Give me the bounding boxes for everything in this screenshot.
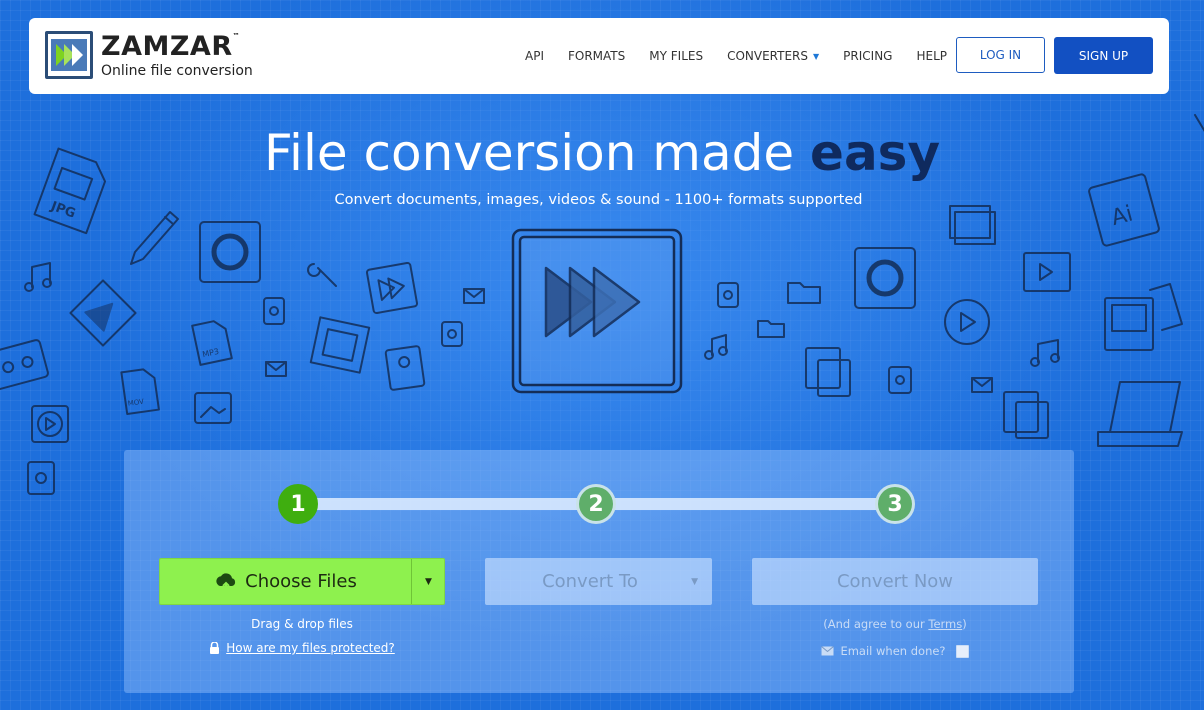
small-doc-icon-3	[27, 461, 55, 495]
signup-button[interactable]: SIGN UP	[1054, 37, 1153, 74]
files-protected-link[interactable]: How are my files protected?	[226, 641, 395, 655]
image-stack-icon	[949, 205, 996, 245]
caret-down-icon: ▼	[813, 51, 820, 61]
mp3-file-icon: MP3	[191, 320, 233, 366]
brand-name: ZAMZAR™	[101, 30, 241, 62]
refresh-tile-icon	[199, 221, 261, 283]
nav-link-api[interactable]: API	[525, 49, 544, 63]
lock-icon	[210, 642, 220, 654]
music-note-icon-3	[1030, 339, 1060, 367]
mp3-label: MP3	[202, 347, 220, 359]
envelope-icon-3	[971, 377, 993, 393]
play-tile-icon	[31, 405, 69, 443]
choose-files-label: Choose Files	[245, 571, 357, 592]
cassette-icon	[0, 339, 49, 391]
choose-files-button[interactable]: Choose Files	[160, 559, 412, 604]
image-frame-icon	[1104, 283, 1183, 351]
folder-icon	[787, 282, 821, 304]
hero-subtitle: Convert documents, images, videos & soun…	[334, 192, 863, 208]
image-tile-icon	[194, 392, 232, 424]
laptop-icon	[1097, 381, 1183, 447]
film-strip-icon	[309, 316, 371, 374]
center-fast-forward-icon	[511, 228, 683, 394]
trademark: ™	[232, 31, 241, 40]
video-tile-icon	[1023, 252, 1071, 292]
login-button[interactable]: LOG IN	[956, 37, 1045, 73]
nav-link-formats[interactable]: FORMATS	[568, 49, 625, 63]
terms-link[interactable]: Terms	[928, 617, 962, 631]
caret-down-icon: ▼	[425, 576, 432, 587]
convert-to-label: Convert To	[542, 571, 638, 592]
play-circle-icon	[944, 299, 990, 345]
small-doc-icon-2	[441, 321, 463, 347]
email-when-done-label: Email when done?	[840, 644, 946, 658]
ai-file-icon: Ai	[1088, 173, 1160, 247]
step-3-indicator: 3	[875, 484, 915, 524]
envelope-icon-2	[265, 361, 287, 377]
music-note-icon-2	[704, 334, 728, 360]
files-protected-row: How are my files protected?	[159, 641, 445, 655]
caret-down-icon: ▼	[691, 576, 698, 587]
clipboard-icon-2	[1003, 391, 1049, 439]
nav-links: API FORMATS MY FILES CONVERTERS ▼ PRICING…	[525, 18, 971, 94]
email-when-done-row: Email when done?	[752, 644, 1038, 658]
nav-link-my-files[interactable]: MY FILES	[649, 49, 703, 63]
wrench-icon	[307, 263, 337, 287]
small-doc-icon	[263, 297, 285, 325]
user-doc-icon	[384, 345, 426, 391]
media-tile-icon	[365, 261, 419, 315]
hero-title-emphasis: easy	[810, 124, 941, 182]
drag-drop-hint: Drag & drop files	[251, 617, 353, 631]
terms-prefix: (And agree to our	[823, 617, 929, 631]
pyramid-tile-icon	[69, 279, 137, 347]
small-doc-icon-4	[717, 282, 739, 308]
music-note-icon	[24, 262, 52, 292]
step-1-indicator: 1	[278, 484, 318, 524]
clipboard-icon	[805, 347, 851, 397]
nav-link-help[interactable]: HELP	[916, 49, 947, 63]
brand-tagline: Online file conversion	[101, 62, 253, 79]
logo-arrows-icon	[45, 31, 93, 79]
step-2-indicator: 2	[576, 484, 616, 524]
choose-files-control: Choose Files ▼	[159, 558, 445, 605]
mov-label: MOV	[127, 398, 144, 408]
nav-link-converters[interactable]: CONVERTERS ▼	[727, 49, 819, 63]
folder-icon-2	[757, 320, 785, 338]
pencil-icon	[130, 211, 179, 265]
terms-suffix: )	[962, 617, 967, 631]
convert-to-select[interactable]: Convert To ▼	[485, 558, 712, 605]
envelope-icon	[463, 288, 485, 304]
envelope-icon	[821, 646, 835, 656]
refresh-tile-icon-2	[854, 247, 916, 309]
mov-file-icon: MOV	[120, 368, 160, 416]
convert-now-button[interactable]: Convert Now	[752, 558, 1038, 605]
hero-title-main: File conversion made	[263, 124, 811, 182]
cloud-upload-icon	[216, 572, 236, 591]
top-navbar: ZAMZAR™ Online file conversion API FORMA…	[29, 18, 1169, 94]
small-doc-icon-5	[888, 366, 912, 394]
choose-files-dropdown-toggle[interactable]: ▼	[412, 559, 445, 604]
email-when-done-checkbox[interactable]	[955, 644, 969, 658]
zamzar-logo[interactable]: ZAMZAR™ Online file conversion	[45, 31, 253, 79]
terms-agreement: (And agree to our Terms)	[752, 617, 1038, 631]
nav-link-converters-label: CONVERTERS	[727, 49, 809, 63]
hero-title: File conversion made easy	[0, 124, 1204, 182]
nav-link-pricing[interactable]: PRICING	[843, 49, 892, 63]
